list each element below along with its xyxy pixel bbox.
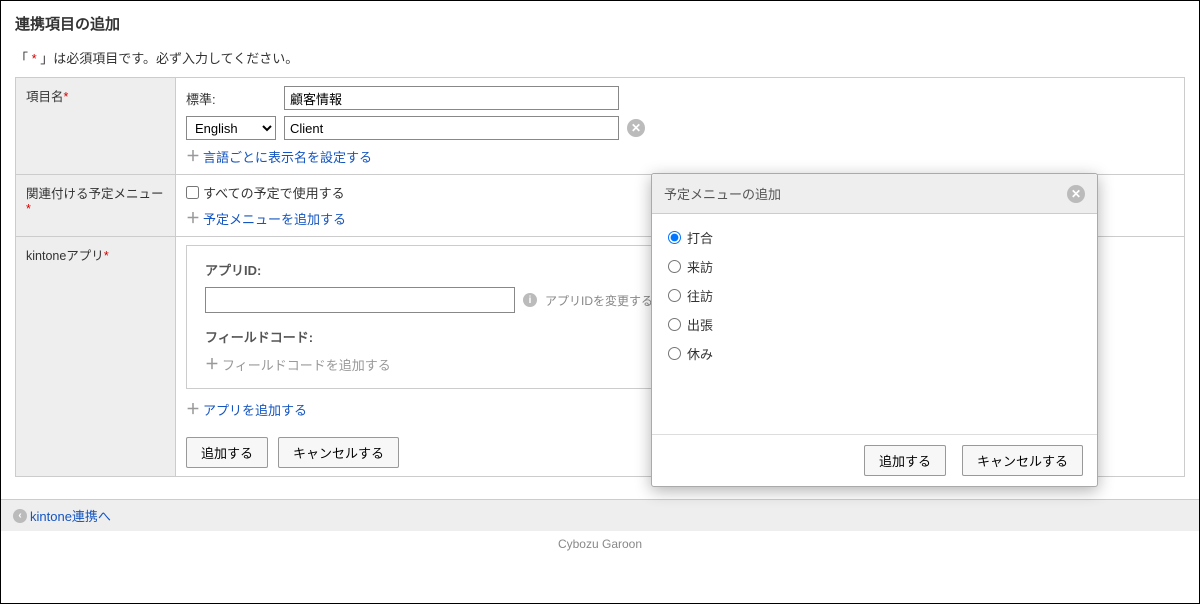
add-language-link[interactable]: ＋ 言語ごとに表示名を設定する [186,146,372,166]
modal-close-icon[interactable]: ✕ [1067,185,1085,203]
app-id-input[interactable] [205,287,515,313]
back-link[interactable]: ‹ kintone連携へ [13,506,111,525]
info-icon: i [523,293,537,307]
plus-icon: ＋ [186,146,200,166]
use-all-schedules-label: すべての予定で使用する [203,183,345,202]
standard-label: 標準: [186,89,276,108]
field-name-label-cell: 項目名* [16,78,176,175]
schedule-menu-modal: 予定メニューの追加 ✕ 打合来訪往訪出張休み 追加する キャンセルする [651,173,1098,487]
modal-radio-label: 往訪 [687,286,713,305]
add-field-code-link: ＋ フィールドコードを追加する [205,354,391,374]
kintone-app-label-cell: kintoneアプリ* [16,237,176,477]
modal-radio-label: 休み [687,344,713,363]
modal-radio-label: 打合 [687,228,713,247]
field-name-value-cell: 標準: English ✕ ＋ 言語ごとに表示名を設定する [176,78,1185,175]
required-note: 「 * 」は必須項目です。必ず入力してください。 [15,48,1185,67]
modal-cancel-button[interactable]: キャンセルする [962,445,1083,476]
modal-radio-input[interactable] [668,347,681,360]
modal-radio-label: 来訪 [687,257,713,276]
modal-radio-input[interactable] [668,289,681,302]
plus-icon: ＋ [205,354,219,374]
plus-icon: ＋ [186,208,200,228]
remove-language-icon[interactable]: ✕ [627,119,645,137]
page-title: 連携項目の追加 [15,13,1185,34]
add-schedule-menu-link[interactable]: ＋ 予定メニューを追加する [186,208,346,228]
brand-label: Cybozu Garoon [1,531,1199,557]
plus-icon: ＋ [186,399,200,419]
modal-radio-item[interactable]: 休み [668,344,1081,363]
modal-radio-label: 出張 [687,315,713,334]
modal-add-button[interactable]: 追加する [864,445,946,476]
modal-radio-item[interactable]: 打合 [668,228,1081,247]
cancel-button[interactable]: キャンセルする [278,437,399,468]
add-button[interactable]: 追加する [186,437,268,468]
language-select[interactable]: English [186,116,276,140]
schedule-menu-label-cell: 関連付ける予定メニュー* [16,175,176,237]
chevron-left-icon: ‹ [13,509,27,523]
modal-radio-item[interactable]: 来訪 [668,257,1081,276]
modal-radio-item[interactable]: 出張 [668,315,1081,334]
use-all-schedules-checkbox[interactable] [186,186,199,199]
language-input[interactable] [284,116,619,140]
modal-radio-item[interactable]: 往訪 [668,286,1081,305]
modal-radio-input[interactable] [668,231,681,244]
standard-input[interactable] [284,86,619,110]
modal-radio-input[interactable] [668,260,681,273]
add-app-link[interactable]: ＋ アプリを追加する [186,399,307,419]
modal-title: 予定メニューの追加 [664,184,781,203]
modal-radio-input[interactable] [668,318,681,331]
